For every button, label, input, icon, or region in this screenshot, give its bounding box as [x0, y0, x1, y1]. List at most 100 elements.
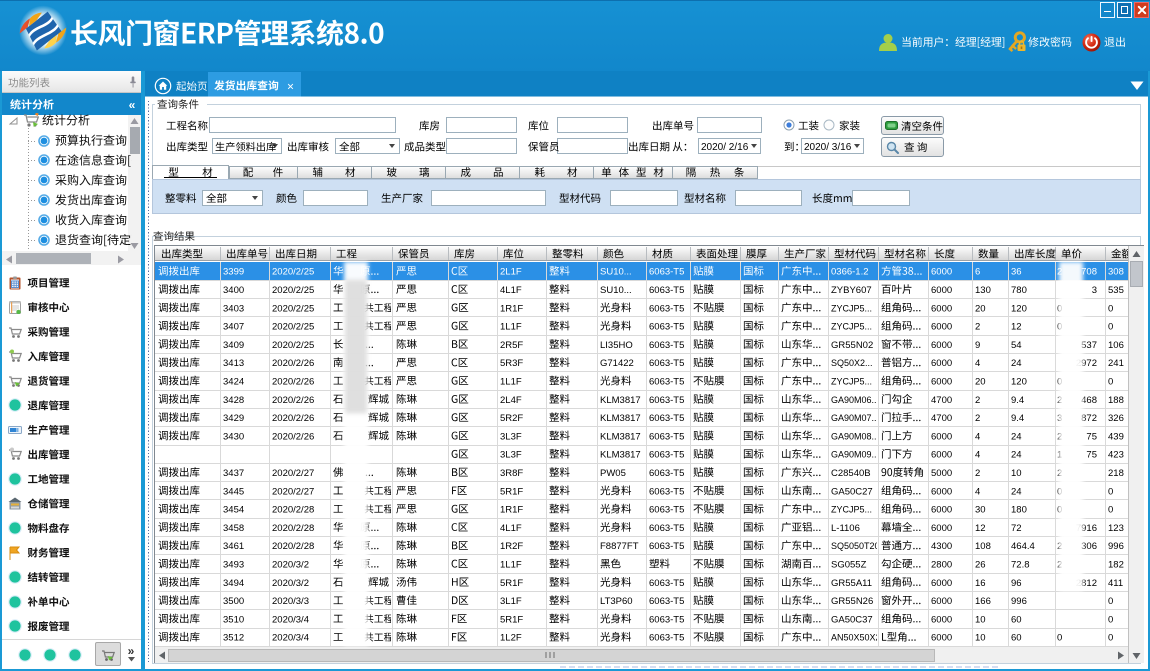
svg-text:2L1F: 2L1F: [500, 267, 522, 278]
svg-text:2020/2/26: 2020/2/26: [272, 377, 314, 388]
svg-text:4L1F: 4L1F: [500, 523, 522, 534]
svg-text:2020/3/2: 2020/3/2: [272, 578, 309, 589]
svg-text:60: 60: [1011, 614, 1022, 625]
svg-text:30: 30: [975, 505, 986, 516]
svg-text:3L1F: 3L1F: [500, 596, 522, 607]
svg-text:3407: 3407: [223, 322, 244, 333]
svg-text:780: 780: [1011, 285, 1027, 296]
svg-text:308: 308: [1108, 267, 1124, 278]
svg-text:PW05: PW05: [600, 468, 626, 479]
svg-text:»: »: [128, 644, 135, 658]
svg-text:26: 26: [975, 560, 986, 571]
svg-text:0: 0: [1108, 377, 1113, 388]
svg-text:6000: 6000: [931, 303, 952, 314]
svg-text:4300: 4300: [931, 541, 952, 552]
svg-text:3445: 3445: [223, 486, 244, 497]
svg-text:6000: 6000: [931, 633, 952, 644]
svg-text:20: 20: [975, 303, 986, 314]
svg-text:AN50X50X2: AN50X50X2: [831, 633, 881, 643]
svg-text:ZYCJP5...: ZYCJP5...: [831, 505, 872, 515]
svg-text:24: 24: [1011, 450, 1022, 461]
svg-text:180: 180: [1011, 505, 1027, 516]
svg-text:1L2F: 1L2F: [500, 633, 522, 644]
svg-text:218: 218: [1108, 468, 1124, 479]
svg-text:KLM3817: KLM3817: [600, 431, 641, 442]
svg-text:F8877FT: F8877FT: [600, 541, 639, 552]
svg-text:1R1F: 1R1F: [500, 303, 523, 314]
svg-text:2800: 2800: [931, 560, 952, 571]
svg-text:6000: 6000: [931, 431, 952, 442]
svg-text:5R1F: 5R1F: [500, 614, 523, 625]
svg-text:108: 108: [975, 541, 991, 552]
svg-text:2020/3/4: 2020/3/4: [272, 614, 309, 625]
svg-text:3512: 3512: [223, 633, 244, 644]
svg-text:6063-T5: 6063-T5: [649, 505, 684, 516]
svg-text:306: 306: [1081, 541, 1097, 552]
svg-text:1R1F: 1R1F: [500, 505, 523, 516]
svg-text:5R3F: 5R3F: [500, 358, 523, 369]
svg-text:6000: 6000: [931, 486, 952, 497]
svg-text:6063-T5: 6063-T5: [649, 377, 684, 388]
svg-text:54: 54: [1011, 340, 1022, 351]
svg-text:708: 708: [1081, 267, 1097, 278]
svg-text:6063-T5: 6063-T5: [649, 303, 684, 314]
svg-text:SQ50X2...: SQ50X2...: [831, 358, 873, 368]
svg-text:6000: 6000: [931, 505, 952, 516]
svg-text:0: 0: [1108, 322, 1113, 333]
svg-text:468: 468: [1081, 395, 1097, 406]
svg-text:6063-T5: 6063-T5: [649, 285, 684, 296]
svg-text:3403: 3403: [223, 303, 244, 314]
svg-text:KLM3817: KLM3817: [600, 395, 641, 406]
svg-text:G71422: G71422: [600, 358, 634, 369]
svg-text:996: 996: [1108, 541, 1124, 552]
svg-text:10: 10: [975, 614, 986, 625]
svg-text:3510: 3510: [223, 614, 244, 625]
svg-text:6063-T5: 6063-T5: [649, 395, 684, 406]
svg-text:GA50C27: GA50C27: [831, 486, 873, 497]
svg-text:0: 0: [1108, 633, 1113, 644]
svg-text:1L1F: 1L1F: [500, 377, 522, 388]
svg-text:1R2F: 1R2F: [500, 541, 523, 552]
svg-text:SU10...: SU10...: [600, 267, 632, 278]
svg-text:3399: 3399: [223, 267, 244, 278]
svg-text:10: 10: [975, 633, 986, 644]
svg-text:3437: 3437: [223, 468, 244, 479]
svg-text:4: 4: [975, 486, 980, 497]
svg-text:2: 2: [975, 468, 980, 479]
svg-text:6063-T5: 6063-T5: [649, 468, 684, 479]
svg-text:2: 2: [975, 395, 980, 406]
svg-text:72: 72: [1011, 523, 1022, 534]
svg-text:2020/2/27: 2020/2/27: [272, 486, 314, 497]
svg-text:2020/3/3: 2020/3/3: [272, 596, 309, 607]
svg-text:120: 120: [1011, 303, 1027, 314]
svg-text:GA90M08...: GA90M08...: [831, 431, 879, 441]
svg-text:5R1F: 5R1F: [500, 486, 523, 497]
svg-text:24: 24: [1011, 358, 1022, 369]
svg-text:326: 326: [1108, 413, 1124, 424]
svg-text:12: 12: [975, 523, 986, 534]
svg-text:ZYCJP5...: ZYCJP5...: [831, 322, 872, 332]
svg-text:2020/ 2/16: 2020/ 2/16: [701, 142, 749, 153]
svg-text:6063-T5: 6063-T5: [649, 340, 684, 351]
svg-text:6063-T5: 6063-T5: [649, 596, 684, 607]
svg-text:2020/3/4: 2020/3/4: [272, 633, 309, 644]
svg-text:5R2F: 5R2F: [500, 413, 523, 424]
svg-text:241: 241: [1108, 358, 1124, 369]
svg-text:SQ5050T20: SQ5050T20: [831, 541, 880, 551]
svg-text:1L1F: 1L1F: [500, 560, 522, 571]
svg-text:423: 423: [1108, 450, 1124, 461]
svg-text:2020/ 3/16: 2020/ 3/16: [804, 142, 852, 153]
svg-text:0: 0: [1057, 633, 1062, 644]
svg-text:120: 120: [1011, 377, 1027, 388]
svg-text:3493: 3493: [223, 560, 244, 571]
svg-text:L-1106: L-1106: [831, 523, 860, 534]
svg-text:123: 123: [1108, 523, 1124, 534]
svg-text:6: 6: [975, 267, 980, 278]
svg-text:GR55N26: GR55N26: [831, 596, 873, 607]
svg-text:16: 16: [975, 578, 986, 589]
svg-text:GR55N02: GR55N02: [831, 340, 873, 351]
svg-text:3429: 3429: [223, 413, 244, 424]
svg-text:3428: 3428: [223, 395, 244, 406]
svg-text:6000: 6000: [931, 340, 952, 351]
svg-text:«: «: [129, 98, 136, 112]
